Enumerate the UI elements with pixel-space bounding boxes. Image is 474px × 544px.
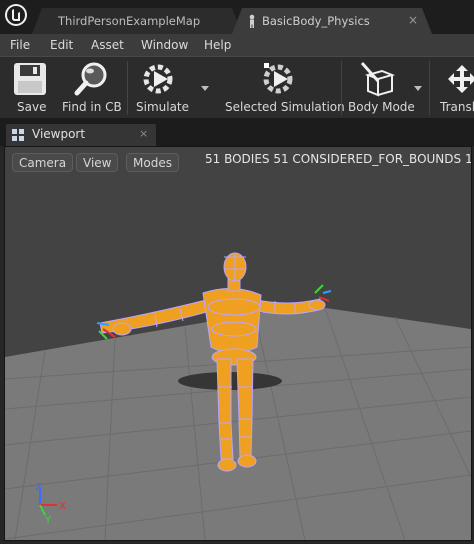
viewport-frame: Z X Y Camera View Modes 51 BODIES 51 CON… bbox=[0, 146, 474, 544]
camera-button[interactable]: Camera bbox=[12, 153, 74, 172]
viewport-tab-label: Viewport bbox=[32, 127, 86, 141]
left-foot bbox=[217, 458, 237, 472]
simulate-button[interactable]: Simulate bbox=[130, 57, 216, 119]
simulate-dropdown-arrow-icon[interactable] bbox=[201, 86, 209, 91]
menu-bar: File Edit Asset Window Help bbox=[0, 34, 474, 56]
left-shin bbox=[218, 422, 234, 460]
magnifier-icon bbox=[74, 62, 107, 96]
torso bbox=[202, 288, 262, 354]
tab-viewport[interactable]: Viewport × bbox=[6, 124, 156, 146]
save-label: Save bbox=[17, 100, 47, 114]
simulate-gear-icon bbox=[143, 64, 173, 94]
modes-button[interactable]: Modes bbox=[126, 153, 179, 172]
toolbar-separator bbox=[341, 61, 342, 115]
body-mode-cube-icon bbox=[360, 62, 396, 97]
tab-label: ThirdPersonExampleMap bbox=[58, 14, 201, 28]
selected-simulation-icon bbox=[263, 63, 293, 94]
left-thigh bbox=[216, 358, 232, 424]
save-icon bbox=[14, 63, 46, 95]
left-hand bbox=[112, 322, 132, 336]
selected-simulation-label: Selected Simulation bbox=[225, 100, 345, 114]
menu-file[interactable]: File bbox=[10, 38, 30, 52]
viewport-3d[interactable]: Z X Y Camera View Modes 51 BODIES 51 CON… bbox=[4, 146, 472, 541]
right-thigh bbox=[236, 358, 254, 420]
tab-label: BasicBody_Physics bbox=[262, 14, 370, 28]
view-button[interactable]: View bbox=[76, 153, 119, 172]
menu-help[interactable]: Help bbox=[204, 38, 231, 52]
physics-asset-icon bbox=[249, 14, 255, 28]
menu-window[interactable]: Window bbox=[141, 38, 188, 52]
viewport-tab-row: Viewport × bbox=[0, 118, 474, 146]
right-shin bbox=[238, 418, 253, 458]
translate-arrows-icon bbox=[448, 65, 474, 93]
tab-third-person-example-map[interactable]: ThirdPersonExampleMap bbox=[32, 8, 242, 34]
toolbar-separator bbox=[127, 61, 128, 115]
unreal-logo-icon bbox=[5, 4, 27, 26]
body-mode-label: Body Mode bbox=[348, 100, 415, 114]
viewport-grid-icon bbox=[12, 129, 24, 141]
translate-label: Transl bbox=[440, 100, 474, 114]
menu-asset[interactable]: Asset bbox=[91, 38, 124, 52]
find-in-cb-button[interactable]: Find in CB bbox=[58, 57, 124, 119]
toolbar-separator bbox=[429, 61, 430, 115]
menu-edit[interactable]: Edit bbox=[50, 38, 73, 52]
close-icon[interactable]: × bbox=[408, 13, 418, 27]
selected-simulation-button[interactable]: Selected Simulation bbox=[218, 57, 345, 119]
simulate-label: Simulate bbox=[136, 100, 190, 114]
translate-button[interactable]: Transl bbox=[432, 57, 474, 119]
toolbar: Save Find in CB Simulate Selected Simula… bbox=[0, 56, 474, 119]
right-hand bbox=[308, 299, 326, 311]
axis-z-label: Z bbox=[35, 482, 42, 493]
body-mode-button[interactable]: Body Mode bbox=[344, 57, 426, 119]
right-foot bbox=[237, 454, 257, 468]
find-in-cb-label: Find in CB bbox=[62, 100, 122, 114]
axis-y-label: Y bbox=[44, 515, 52, 526]
stats-readout: 51 BODIES 51 CONSIDERED_FOR_BOUNDS 1 bbox=[205, 152, 472, 166]
close-icon[interactable]: × bbox=[139, 127, 148, 140]
tab-basic-body-physics[interactable]: BasicBody_Physics × bbox=[232, 8, 432, 34]
body-mode-dropdown-arrow-icon[interactable] bbox=[414, 86, 422, 91]
axis-x-label: X bbox=[59, 501, 66, 512]
save-button[interactable]: Save bbox=[0, 57, 58, 119]
viewport-scene[interactable]: Z X Y bbox=[5, 147, 471, 540]
title-bar: ThirdPersonExampleMap BasicBody_Physics … bbox=[0, 0, 474, 34]
